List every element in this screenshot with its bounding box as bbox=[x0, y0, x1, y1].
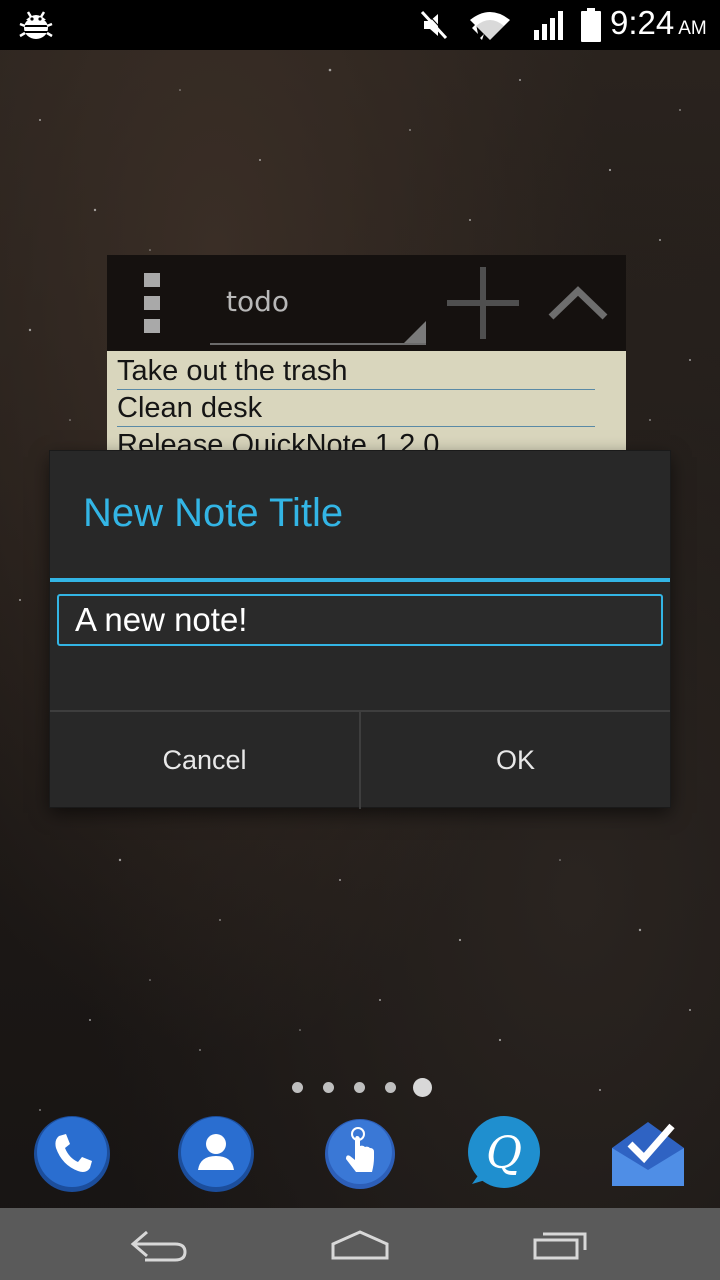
home-icon[interactable] bbox=[325, 1222, 395, 1266]
note-title-field[interactable] bbox=[57, 594, 663, 646]
page-dot[interactable] bbox=[385, 1082, 396, 1093]
dialog-divider bbox=[50, 578, 670, 582]
contacts-icon[interactable] bbox=[176, 1114, 256, 1194]
clock-ampm: AM bbox=[678, 18, 707, 39]
navigation-bar bbox=[0, 1208, 720, 1280]
ok-button[interactable]: OK bbox=[361, 712, 670, 809]
cell-signal-icon bbox=[534, 11, 563, 40]
svg-text:Q: Q bbox=[486, 1128, 522, 1179]
volume-muted-icon bbox=[420, 9, 449, 40]
quicknote-icon[interactable]: Q bbox=[464, 1114, 544, 1194]
recents-icon[interactable] bbox=[525, 1222, 595, 1266]
back-icon[interactable] bbox=[125, 1222, 195, 1266]
inbox-icon[interactable] bbox=[608, 1114, 688, 1194]
page-dot[interactable] bbox=[354, 1082, 365, 1093]
widget-header: todo bbox=[107, 255, 626, 351]
list-item[interactable]: Take out the trash bbox=[117, 353, 595, 390]
clock: 9:24 AM bbox=[610, 4, 707, 42]
collapse-icon[interactable] bbox=[547, 283, 609, 321]
wifi-icon bbox=[470, 12, 510, 40]
page-dot[interactable] bbox=[323, 1082, 334, 1093]
overflow-menu-icon[interactable] bbox=[144, 273, 164, 335]
add-icon[interactable] bbox=[447, 267, 519, 339]
status-bar: 9:24 AM bbox=[0, 0, 720, 50]
dialog-button-row: Cancel OK bbox=[50, 710, 670, 809]
spinner-arrow-icon bbox=[404, 321, 426, 343]
note-list: Take out the trash Clean desk Release Qu… bbox=[107, 351, 626, 461]
page-dot-active[interactable] bbox=[413, 1078, 432, 1097]
cancel-button[interactable]: Cancel bbox=[50, 712, 359, 809]
page-indicator bbox=[290, 1076, 440, 1098]
dialog-title: New Note Title bbox=[83, 491, 344, 535]
debug-bug-icon bbox=[19, 11, 53, 39]
page-dot[interactable] bbox=[292, 1082, 303, 1093]
phone-icon[interactable] bbox=[32, 1114, 112, 1194]
note-title-input[interactable] bbox=[59, 596, 661, 644]
list-selector-label: todo bbox=[226, 285, 290, 318]
new-note-dialog: New Note Title Cancel OK bbox=[50, 451, 670, 809]
list-item[interactable]: Clean desk bbox=[117, 390, 595, 427]
tap-gesture-icon[interactable] bbox=[320, 1114, 400, 1194]
clock-time: 9:24 bbox=[610, 4, 675, 41]
quicknote-widget: todo Take out the trash Clean desk Relea… bbox=[107, 255, 626, 461]
battery-icon bbox=[581, 8, 601, 42]
list-selector[interactable]: todo bbox=[210, 275, 426, 345]
